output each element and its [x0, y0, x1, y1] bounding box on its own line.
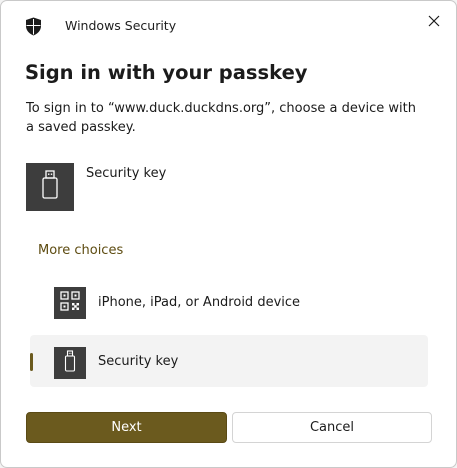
more-choices-link[interactable]: More choices [38, 243, 123, 258]
close-button[interactable] [419, 6, 449, 36]
selection-indicator [30, 353, 33, 371]
choice-label: iPhone, iPad, or Android device [98, 295, 301, 310]
app-title: Windows Security [65, 18, 177, 33]
qr-code-icon [60, 291, 80, 315]
dialog-heading: Sign in with your passkey [25, 61, 308, 84]
shield-icon [25, 17, 42, 36]
next-button[interactable]: Next [26, 412, 227, 443]
close-icon [428, 12, 440, 31]
dialog-description: To sign in to “www.duck.duckdns.org”, ch… [26, 101, 416, 135]
choice-security-key[interactable]: Security key [30, 335, 428, 387]
choice-label: Security key [98, 354, 179, 369]
title-bar: Windows Security [1, 1, 456, 51]
usb-key-tile [26, 163, 74, 211]
default-option-label: Security key [86, 166, 167, 181]
qr-code-tile [54, 287, 86, 319]
usb-key-icon [41, 170, 59, 204]
usb-key-tile [54, 347, 86, 379]
usb-key-icon [64, 350, 76, 376]
choice-phone-device[interactable]: iPhone, iPad, or Android device [30, 277, 428, 329]
default-security-key-option[interactable]: Security key [26, 163, 426, 213]
cancel-button[interactable]: Cancel [232, 412, 432, 443]
dialog-window: Windows Security Sign in with your passk… [0, 0, 457, 468]
